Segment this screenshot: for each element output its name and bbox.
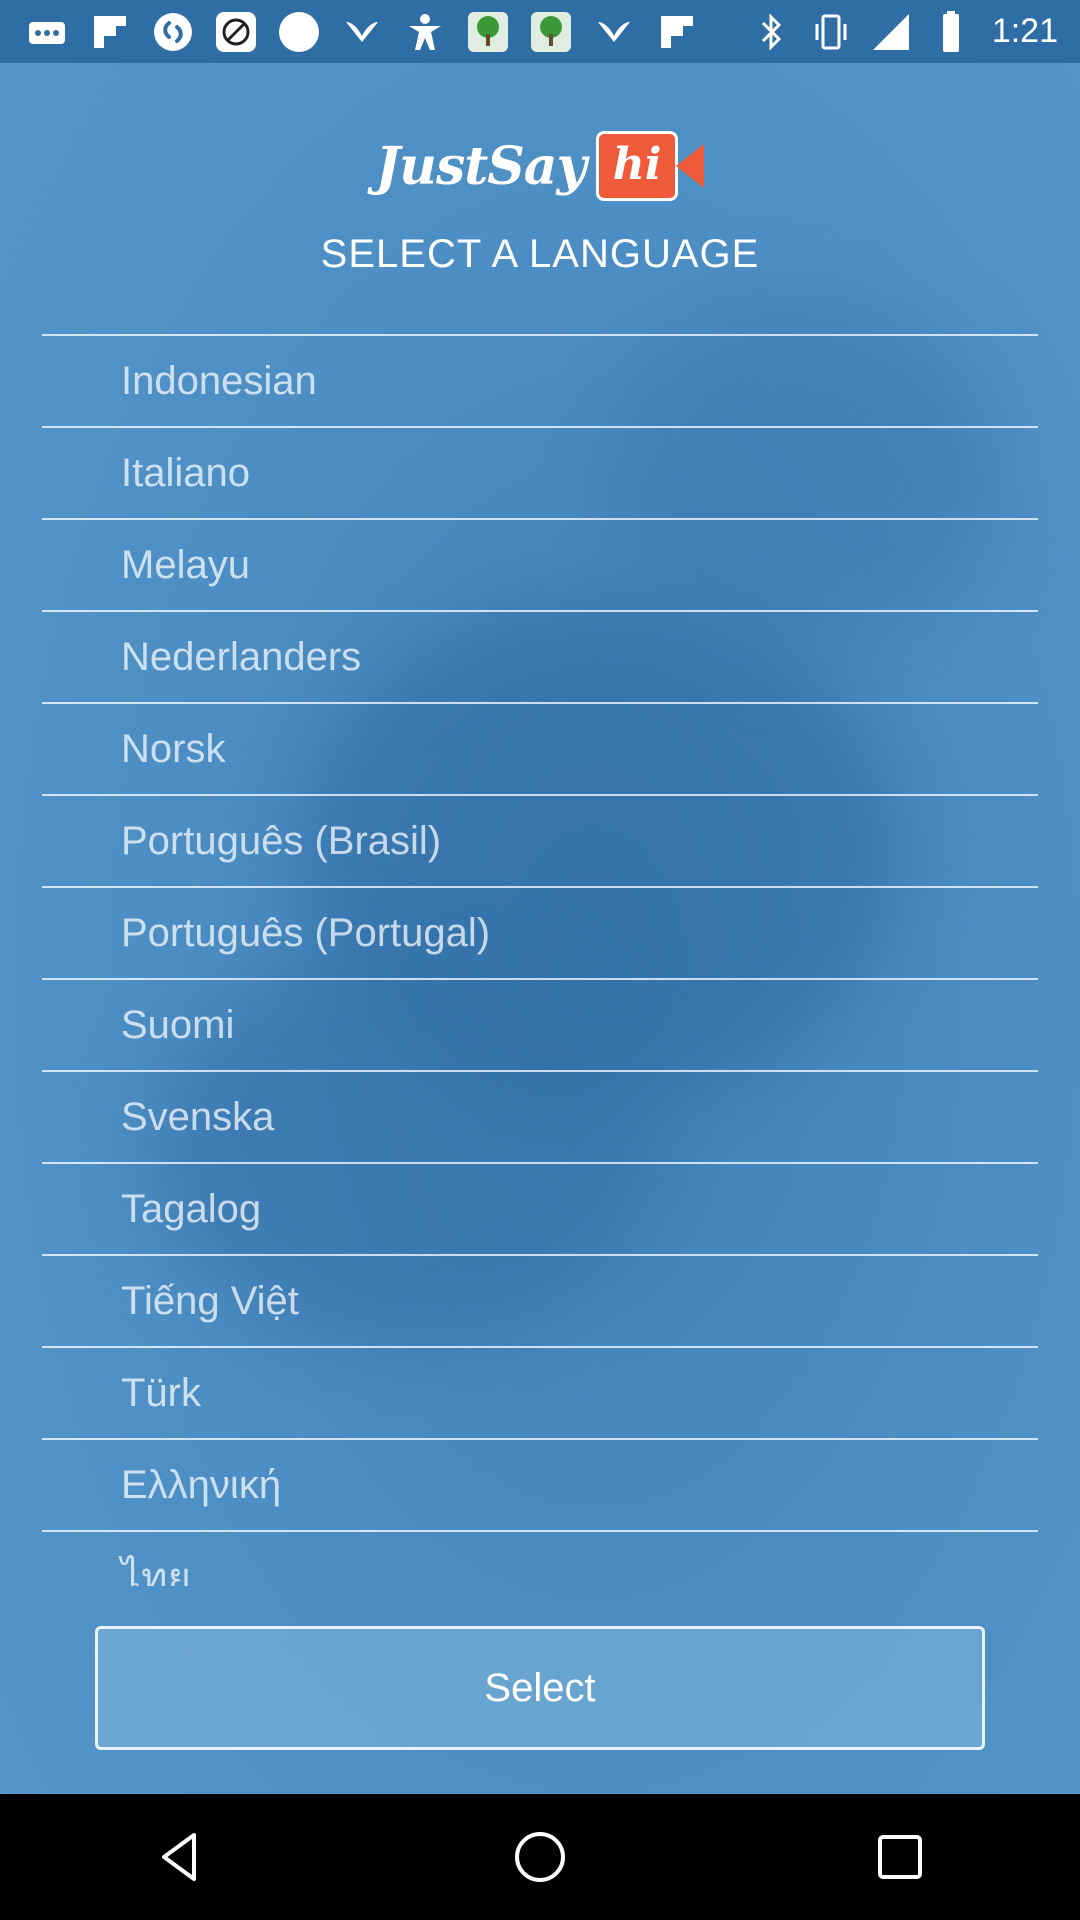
shazam-icon	[148, 7, 198, 57]
language-item[interactable]: Indonesian	[42, 336, 1038, 428]
language-list[interactable]: Indonesian Italiano Melayu Nederlanders Nors…	[42, 334, 1038, 1586]
logo-hi: hi	[595, 131, 679, 201]
logo-camera-badge: hi	[595, 131, 705, 201]
language-item[interactable]: Italiano	[42, 428, 1038, 520]
circle-icon	[274, 7, 324, 57]
language-item[interactable]: Melayu	[42, 520, 1038, 612]
home-icon[interactable]	[480, 1797, 600, 1917]
notification-icons	[22, 7, 715, 57]
tree-app-icon	[463, 7, 513, 57]
clock: 1:21	[991, 12, 1058, 50]
language-item[interactable]: Português (Brasil)	[42, 796, 1038, 888]
language-item[interactable]: Português (Portugal)	[42, 888, 1038, 980]
app-logo: JustSay hi	[0, 130, 1080, 202]
recents-icon[interactable]	[840, 1797, 960, 1917]
flipboard-icon	[85, 7, 135, 57]
language-item[interactable]: Norsk	[42, 704, 1038, 796]
wings-icon	[337, 7, 387, 57]
language-item[interactable]: Türk	[42, 1348, 1038, 1440]
select-button[interactable]: Select	[95, 1626, 985, 1750]
language-item[interactable]: Tiếng Việt	[42, 1256, 1038, 1348]
language-item[interactable]: Suomi	[42, 980, 1038, 1072]
wings-icon	[589, 7, 639, 57]
app-screen: 1:21 JustSay hi SELECT A LANGUAGE Indone…	[0, 0, 1080, 1794]
page-title: SELECT A LANGUAGE	[320, 232, 760, 276]
blocked-icon	[211, 7, 261, 57]
language-item[interactable]: ไทย	[42, 1532, 1038, 1586]
back-icon[interactable]	[120, 1797, 240, 1917]
camera-icon	[676, 144, 705, 188]
system-status: 1:21	[746, 0, 1058, 63]
flipboard-icon	[652, 7, 702, 57]
language-item[interactable]: Tagalog	[42, 1164, 1038, 1256]
status-bar: 1:21	[0, 0, 1080, 63]
navigation-bar	[0, 1794, 1080, 1920]
logo-text: JustSay	[375, 135, 587, 197]
language-item[interactable]: Ελληνική	[42, 1440, 1038, 1532]
person-icon	[400, 7, 450, 57]
battery-icon	[926, 7, 976, 57]
signal-icon	[866, 7, 916, 57]
more-icon	[22, 7, 72, 57]
bluetooth-icon	[746, 7, 796, 57]
language-item[interactable]: Svenska	[42, 1072, 1038, 1164]
language-item[interactable]: Nederlanders	[42, 612, 1038, 704]
tree-app-icon	[526, 7, 576, 57]
vibrate-icon	[806, 7, 856, 57]
